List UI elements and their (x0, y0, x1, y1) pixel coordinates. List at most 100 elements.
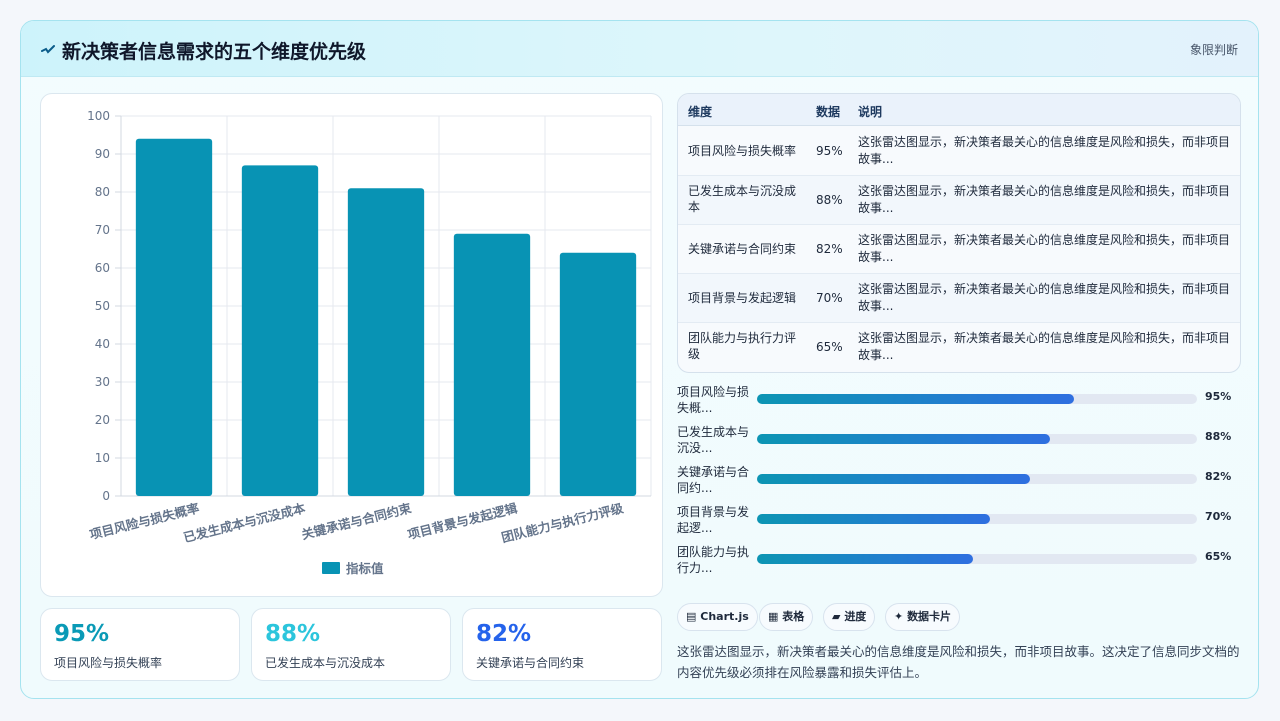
y-tick-label: 50 (95, 299, 110, 313)
x-tick-label: 团队能力与执行力评级 (500, 500, 625, 545)
progress-label: 项目风险与损失概... (677, 385, 750, 415)
stat-value: 88% (265, 621, 321, 647)
y-tick-label: 70 (95, 223, 110, 237)
progress-fill (757, 514, 991, 524)
cell-dim: 项目背景与发起逻辑 (688, 291, 797, 305)
sparkle-icon: ✦ (894, 610, 904, 623)
column-header-desc: 说明 (858, 105, 883, 119)
y-tick-label: 10 (95, 451, 110, 465)
stat-card-2: 88% 已发生成本与沉没成本 (251, 608, 451, 681)
cell-dim: 关键承诺与合同约束 (688, 242, 797, 256)
pulse-icon (41, 45, 55, 54)
chip-label: 表格 (782, 610, 805, 623)
chip-progress[interactable]: ▰ 进度 (823, 603, 876, 631)
cell-dim: 项目风险与损失概率 (688, 144, 797, 158)
stat-value: 95% (54, 621, 110, 647)
bar (453, 233, 531, 497)
chip-label: 进度 (844, 610, 867, 623)
y-tick-label: 40 (95, 337, 110, 351)
chip-chartjs[interactable]: ▤ Chart.js (677, 603, 758, 631)
cell-data: 82% (816, 242, 843, 256)
progress-fill (757, 474, 1030, 484)
table-row: 关键承诺与合同约束 82% 这张雷达图显示，新决策者最关心的信息维度是风险和损失… (678, 225, 1240, 274)
table-row: 团队能力与执行力评级 65% 这张雷达图显示，新决策者最关心的信息维度是风险和损… (678, 323, 1240, 372)
cell-dim: 团队能力与执行力评级 (688, 331, 797, 361)
legend-swatch (322, 562, 340, 574)
table-header: 维度 数据 说明 (678, 94, 1240, 126)
bar (347, 188, 425, 496)
cell-data: 70% (816, 291, 843, 305)
header-bar: 新决策者信息需求的五个维度优先级 象限判断 (21, 21, 1258, 77)
x-tick-label: 已发生成本与沉没成本 (182, 500, 307, 545)
bar-chart: 0102030405060708090100项目风险与损失概率已发生成本与沉没成… (87, 109, 652, 576)
cell-data: 95% (816, 144, 843, 158)
chip-label: 数据卡片 (907, 610, 952, 623)
page-title: 新决策者信息需求的五个维度优先级 (62, 41, 367, 63)
table-row: 已发生成本与沉没成本 88% 这张雷达图显示，新决策者最关心的信息维度是风险和损… (678, 176, 1240, 225)
header-tag: 象限判断 (1189, 43, 1238, 57)
progress-row: 关键承诺与合同约... 82% (677, 464, 1241, 498)
chip-label: Chart.js (700, 610, 749, 623)
y-tick-label: 90 (95, 147, 110, 161)
y-tick-label: 20 (95, 413, 110, 427)
stat-label: 已发生成本与沉没成本 (265, 656, 386, 670)
stat-card-1: 95% 项目风险与损失概率 (40, 608, 240, 681)
progress-value: 82% (1205, 470, 1232, 483)
cell-desc: 这张雷达图显示，新决策者最关心的信息维度是风险和损失，而非项目故事... (858, 135, 1231, 166)
progress-track (757, 554, 1197, 564)
progress-value: 70% (1205, 510, 1232, 523)
cell-desc: 这张雷达图显示，新决策者最关心的信息维度是风险和损失，而非项目故事... (858, 331, 1231, 362)
bar (559, 252, 637, 496)
column-header-data: 数据 (816, 105, 841, 119)
bar-chart-panel: 0 10 20 30 40 50 60 70 80 90 100 项目风险与损失概率 已发生成本与沉没成… (40, 93, 663, 597)
chip-data-cards[interactable]: ✦ 数据卡片 (885, 603, 961, 631)
progress-row: 项目风险与损失概... 95% (677, 384, 1241, 418)
y-tick-label: 30 (95, 375, 110, 389)
y-tick-label: 100 (87, 109, 110, 123)
progress-value: 88% (1205, 430, 1232, 443)
progress-row: 团队能力与执行力... 65% (677, 544, 1241, 578)
progress-value: 65% (1205, 550, 1232, 563)
stat-label: 项目风险与损失概率 (54, 656, 163, 670)
progress-track (757, 434, 1197, 444)
table-row: 项目风险与损失概率 95% 这张雷达图显示，新决策者最关心的信息维度是风险和损失… (678, 127, 1240, 176)
progress-label: 关键承诺与合同约... (677, 465, 750, 495)
cell-desc: 这张雷达图显示，新决策者最关心的信息维度是风险和损失，而非项目故事... (858, 184, 1231, 215)
progress-value: 95% (1205, 390, 1232, 403)
y-tick-label: 80 (95, 185, 110, 199)
y-tick-label: 60 (95, 261, 110, 275)
progress-icon: ▰ (832, 610, 841, 623)
summary-note: 这张雷达图显示，新决策者最关心的信息维度是风险和损失，而非项目故事。这决定了信息… (677, 644, 1240, 680)
table-row: 项目背景与发起逻辑 70% 这张雷达图显示，新决策者最关心的信息维度是风险和损失… (678, 274, 1240, 323)
progress-row: 项目背景与发起逻... 70% (677, 504, 1241, 538)
cell-data: 88% (816, 193, 843, 207)
bar (135, 138, 213, 497)
stat-card-3: 82% 关键承诺与合同约束 (462, 608, 662, 681)
cell-dim: 已发生成本与沉没成本 (688, 184, 797, 214)
chip-table[interactable]: ▦ 表格 (759, 603, 814, 631)
column-header-dim: 维度 (688, 105, 713, 119)
progress-fill (757, 554, 973, 564)
stat-value: 82% (476, 621, 532, 647)
x-tick-label: 关键承诺与合同约束 (300, 500, 413, 542)
cell-desc: 这张雷达图显示，新决策者最关心的信息维度是风险和损失，而非项目故事... (858, 233, 1231, 264)
progress-row: 已发生成本与沉没... 88% (677, 424, 1241, 458)
y-tick-label: 0 (102, 489, 110, 503)
legend-label: 指标值 (346, 561, 384, 576)
chart-icon: ▤ (686, 610, 697, 623)
progress-label: 已发生成本与沉没... (677, 425, 750, 455)
progress-fill (757, 434, 1050, 444)
progress-label: 团队能力与执行力... (677, 545, 750, 575)
progress-track (757, 394, 1197, 404)
cell-data: 65% (816, 340, 843, 354)
table-icon: ▦ (768, 610, 779, 623)
stat-label: 关键承诺与合同约束 (476, 656, 585, 670)
progress-track (757, 474, 1197, 484)
progress-fill (757, 394, 1074, 404)
bar (241, 165, 319, 496)
main-card: 新决策者信息需求的五个维度优先级 象限判断 0 10 20 30 40 50 60 70 80 9… (20, 20, 1259, 699)
dimension-table: 维度 数据 说明 项目风险与损失概率 95% 这张雷达图显示，新决策者最关心的信… (677, 93, 1241, 373)
progress-label: 项目背景与发起逻... (677, 505, 750, 535)
cell-desc: 这张雷达图显示，新决策者最关心的信息维度是风险和损失，而非项目故事... (858, 282, 1231, 313)
progress-track (757, 514, 1197, 524)
